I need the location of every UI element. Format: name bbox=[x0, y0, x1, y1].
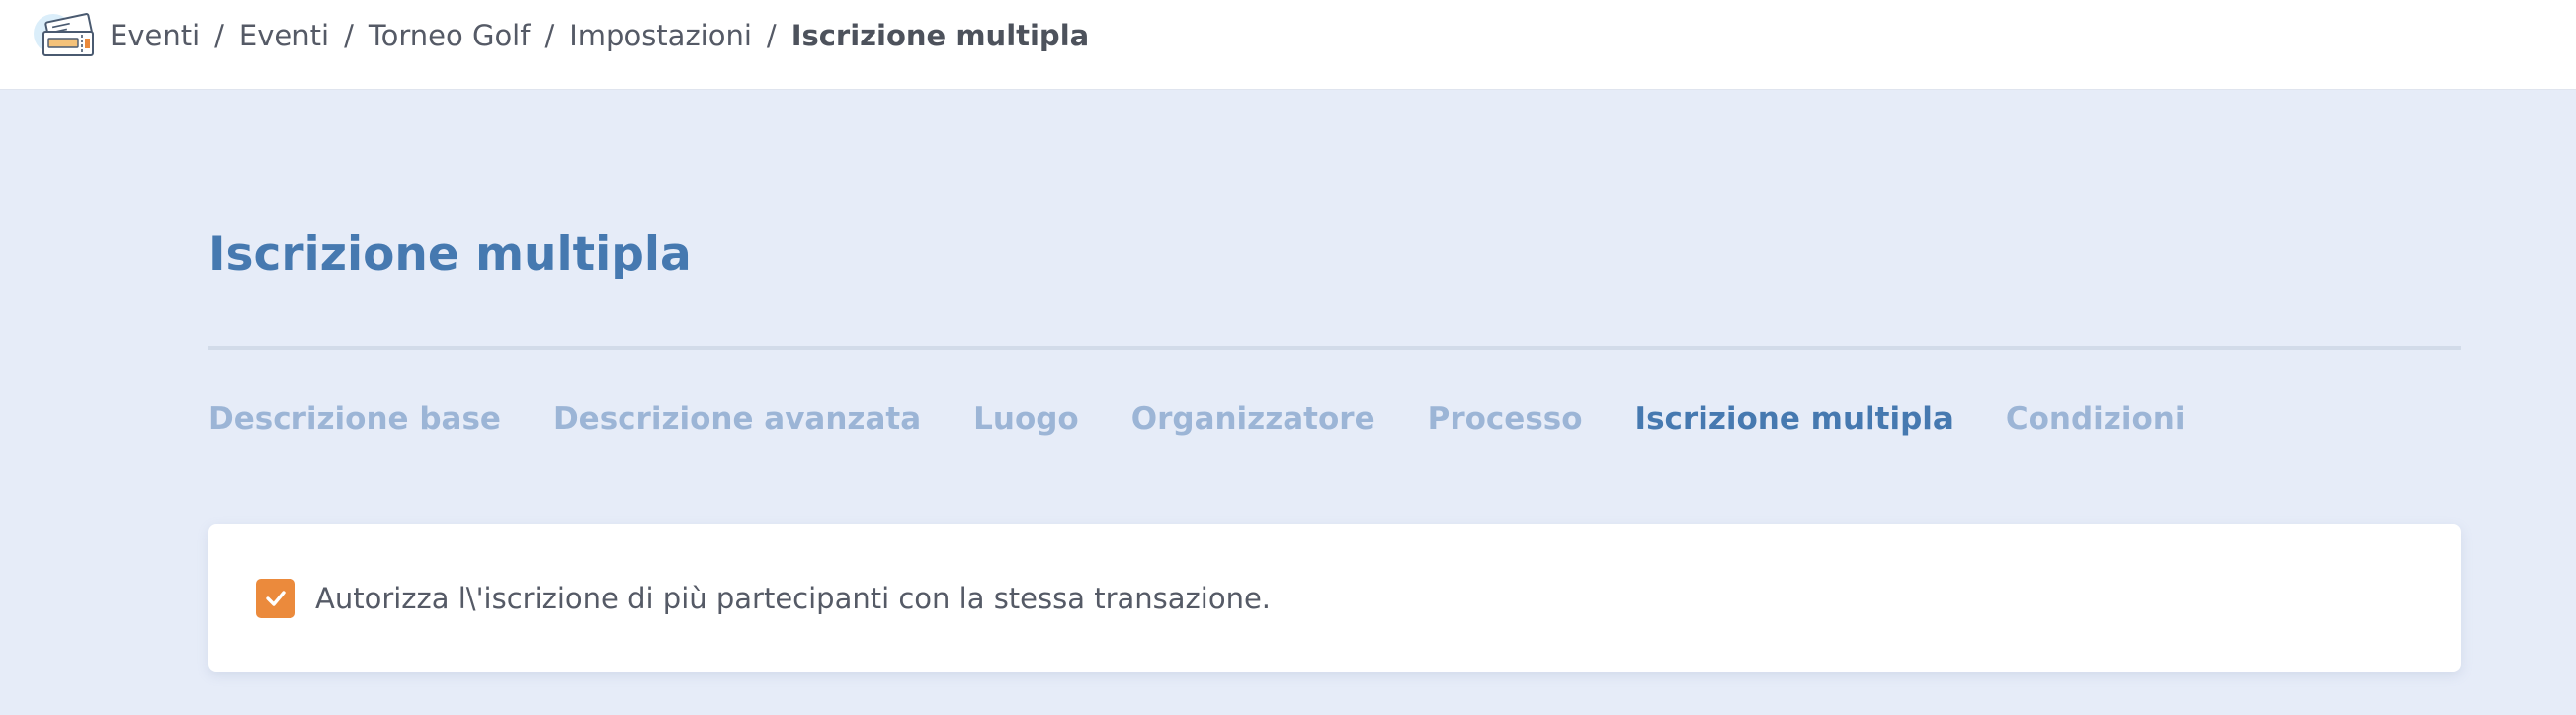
breadcrumb-item-impostazioni[interactable]: Impostazioni bbox=[569, 19, 752, 52]
tab-processo[interactable]: Processo bbox=[1428, 401, 1583, 437]
breadcrumb: Eventi / Eventi / Torneo Golf / Impostaz… bbox=[110, 16, 1089, 55]
title-divider bbox=[208, 346, 2461, 350]
tab-descrizione-avanzata[interactable]: Descrizione avanzata bbox=[553, 401, 921, 437]
multiple-registration-label[interactable]: Autorizza l\'iscrizione di più partecipa… bbox=[315, 577, 1271, 620]
breadcrumb-item-eventi[interactable]: Eventi bbox=[110, 19, 200, 52]
ticket-icon[interactable] bbox=[30, 12, 103, 61]
settings-tabs: Descrizione base Descrizione avanzata Lu… bbox=[208, 395, 2237, 442]
multiple-registration-checkbox[interactable] bbox=[256, 579, 295, 618]
breadcrumb-separator: / bbox=[766, 19, 777, 52]
settings-card: Autorizza l\'iscrizione di più partecipa… bbox=[208, 524, 2461, 672]
breadcrumb-separator: / bbox=[214, 19, 224, 52]
breadcrumb-separator: / bbox=[544, 19, 555, 52]
tab-organizzatore[interactable]: Organizzatore bbox=[1131, 401, 1375, 437]
breadcrumb-current: Iscrizione multipla bbox=[790, 19, 1090, 52]
breadcrumb-item-torneo-golf[interactable]: Torneo Golf bbox=[369, 19, 531, 52]
checkmark-icon bbox=[266, 591, 286, 606]
tab-luogo[interactable]: Luogo bbox=[973, 401, 1079, 437]
tab-iscrizione-multipla[interactable]: Iscrizione multipla bbox=[1635, 401, 1953, 437]
breadcrumb-separator: / bbox=[344, 19, 354, 52]
breadcrumb-item-eventi-list[interactable]: Eventi bbox=[239, 19, 329, 52]
top-bar: Eventi / Eventi / Torneo Golf / Impostaz… bbox=[0, 0, 2576, 90]
tab-condizioni[interactable]: Condizioni bbox=[2006, 401, 2186, 437]
tab-descrizione-base[interactable]: Descrizione base bbox=[208, 401, 501, 437]
page-title: Iscrizione multipla bbox=[208, 227, 692, 281]
